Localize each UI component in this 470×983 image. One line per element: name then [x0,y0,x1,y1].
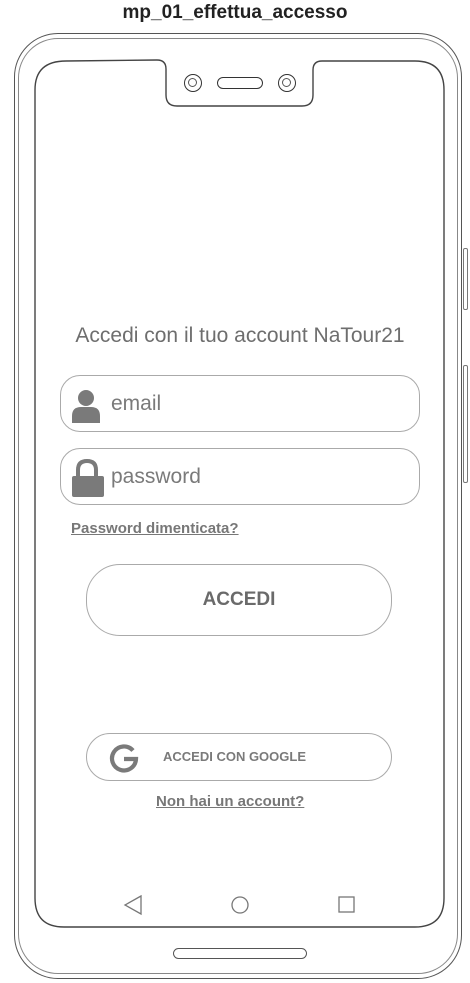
front-sensor [278,74,296,92]
earpiece-speaker [217,77,263,89]
signup-link[interactable]: Non hai un account? [156,793,304,810]
recents-nav-icon[interactable] [336,894,358,916]
wireframe-canvas: mp_01_effettua_accesso Accedi con il tuo… [0,0,470,983]
login-button[interactable]: ACCEDI [86,564,392,636]
home-indicator-bar[interactable] [173,948,307,959]
login-button-label: ACCEDI [202,589,276,610]
user-icon [72,390,100,423]
home-nav-icon[interactable] [229,894,251,916]
email-input[interactable] [111,386,401,422]
lock-icon [72,458,104,497]
google-login-button[interactable]: ACCEDI CON GOOGLE [86,733,392,781]
forgot-password-link[interactable]: Password dimenticata? [71,520,239,537]
login-heading: Accedi con il tuo account NaTour21 [75,324,405,347]
password-field[interactable] [60,448,420,505]
email-field[interactable] [60,375,420,432]
front-camera [184,74,202,92]
google-login-label: ACCEDI CON GOOGLE [163,749,307,764]
back-nav-icon[interactable] [122,894,144,916]
google-icon [109,744,139,773]
password-input[interactable] [111,459,401,495]
